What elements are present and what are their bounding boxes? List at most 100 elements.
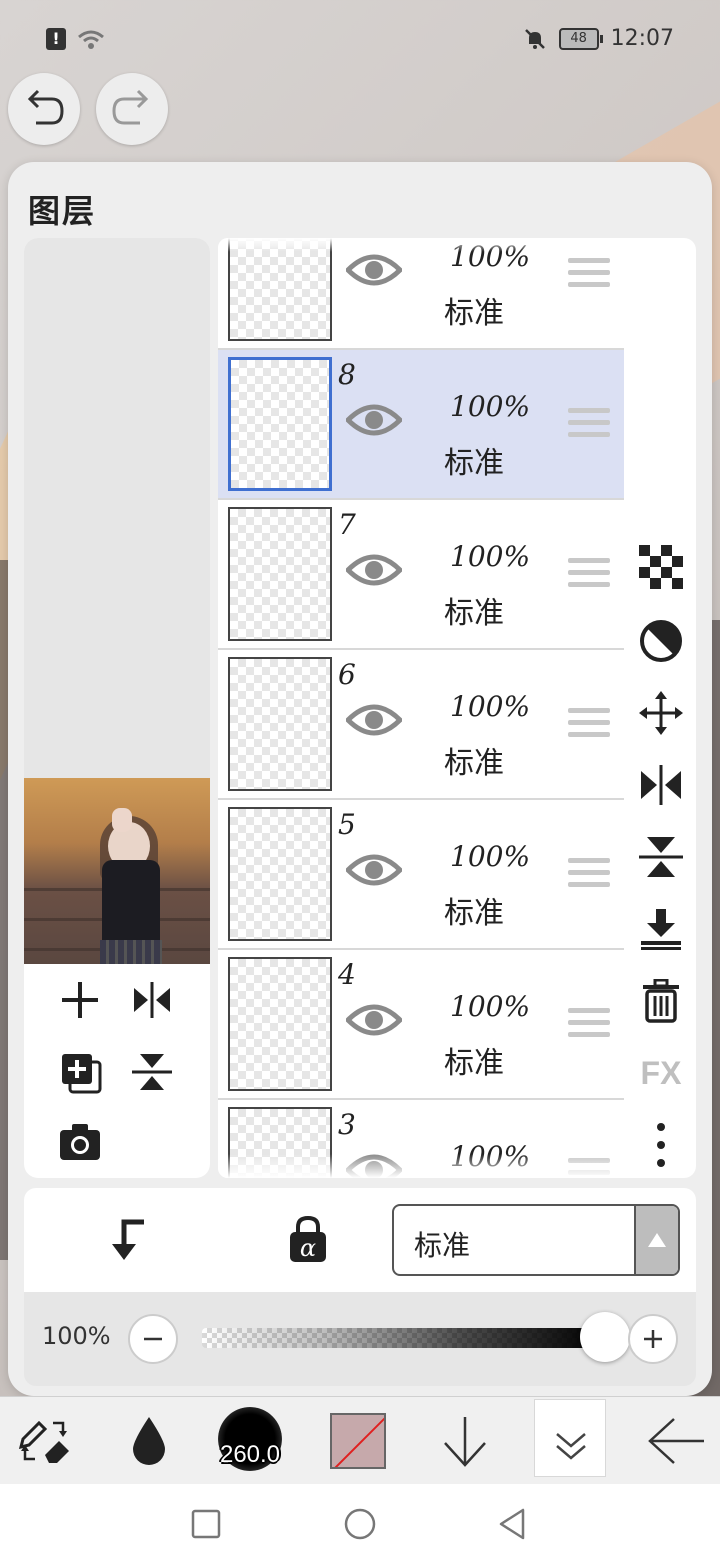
undo-button[interactable] <box>8 73 80 145</box>
layer-thumbnail[interactable] <box>228 957 332 1091</box>
back-button[interactable] <box>640 1397 712 1485</box>
triangle-back-icon <box>499 1508 525 1540</box>
preview-empty-area <box>24 238 210 778</box>
system-nav-bar <box>0 1484 720 1560</box>
flip-horizontal-icon <box>134 982 170 1018</box>
layer-row[interactable]: 4 100% 标准 <box>218 950 624 1100</box>
drag-handle-icon[interactable] <box>568 258 610 288</box>
layer-thumbnail[interactable] <box>228 357 332 491</box>
eye-icon[interactable] <box>346 1000 402 1040</box>
layer-thumbnail[interactable] <box>228 507 332 641</box>
flip-vertical-button[interactable] <box>638 834 684 880</box>
status-left: ! <box>46 28 106 50</box>
layer-down-button[interactable] <box>430 1397 500 1485</box>
layer-number: 5 <box>338 808 356 841</box>
system-back-button[interactable] <box>492 1504 532 1544</box>
figure-hand <box>112 808 132 832</box>
opacity-slider-thumb[interactable] <box>580 1312 630 1362</box>
clipping-icon <box>112 1219 144 1260</box>
layers-panel-button[interactable] <box>534 1399 606 1477</box>
home-button[interactable] <box>340 1504 380 1544</box>
eye-icon[interactable] <box>346 250 402 290</box>
layer-list[interactable]: 9100%标准 8 100% 标准 7 100% 标准 6 100% 标准 5 100% 标准 4 100%… <box>218 238 624 1178</box>
layer-row[interactable]: 9100%标准 <box>218 238 624 350</box>
merge-down-button[interactable] <box>638 906 684 952</box>
layer-number: 4 <box>338 958 356 991</box>
fx-button[interactable]: FX <box>638 1050 684 1096</box>
layer-number: 7 <box>338 508 356 541</box>
drag-handle-icon[interactable] <box>568 1008 610 1038</box>
move-layer-button[interactable] <box>638 690 684 736</box>
layer-row[interactable]: 5 100% 标准 <box>218 800 624 950</box>
flip-layer-horizontal-button[interactable] <box>126 974 178 1026</box>
canvas-preview-image[interactable] <box>24 778 210 964</box>
panel-title: 图层 <box>28 192 97 230</box>
delete-layer-button[interactable] <box>638 978 684 1024</box>
layer-thumbnail[interactable] <box>228 238 332 341</box>
plus-icon <box>644 1330 662 1348</box>
color-slash-icon <box>334 1417 384 1467</box>
drag-handle-icon[interactable] <box>568 858 610 888</box>
layer-blend-mode: 标准 <box>444 446 504 481</box>
swap-tool-button[interactable] <box>10 1397 80 1485</box>
drag-handle-icon[interactable] <box>568 558 610 588</box>
eye-icon[interactable] <box>346 550 402 590</box>
duplicate-layer-button[interactable] <box>54 1046 106 1098</box>
layer-row[interactable]: 8 100% 标准 <box>218 350 624 500</box>
layer-tools-right: FX <box>624 238 696 1178</box>
drag-handle-icon[interactable] <box>568 708 610 738</box>
alpha-lock-icon: α <box>290 1215 326 1262</box>
blend-mode-select[interactable]: 标准 <box>392 1204 680 1276</box>
opacity-increase-button[interactable] <box>628 1314 678 1364</box>
eye-icon[interactable] <box>346 400 402 440</box>
color-swatch[interactable] <box>330 1413 386 1469</box>
merge-down-icon <box>641 909 681 950</box>
layer-blend-mode: 标准 <box>444 1046 504 1081</box>
flip-horizontal-button[interactable] <box>638 762 684 808</box>
flip-layer-vertical-button[interactable] <box>126 1046 178 1098</box>
layer-thumbnail[interactable] <box>228 807 332 941</box>
alpha-lock-button[interactable]: α <box>286 1214 330 1264</box>
ink-tool-button[interactable] <box>114 1397 184 1485</box>
layer-row[interactable]: 7 100% 标准 <box>218 500 624 650</box>
scroll-fade <box>218 1154 624 1178</box>
canvas-preview-pane <box>24 238 210 1178</box>
layer-row[interactable]: 6 100% 标准 <box>218 650 624 800</box>
circle-icon <box>344 1508 376 1540</box>
layer-number: 6 <box>338 658 356 691</box>
drag-handle-icon[interactable] <box>568 408 610 438</box>
opacity-decrease-button[interactable] <box>128 1314 178 1364</box>
layer-tools-left <box>24 964 210 1178</box>
fx-label: FX <box>640 1054 682 1091</box>
camera-icon <box>60 1124 100 1160</box>
layer-thumbnail[interactable] <box>228 657 332 791</box>
transparency-button[interactable] <box>638 544 684 590</box>
eye-icon[interactable] <box>346 850 402 890</box>
import-photo-button[interactable] <box>54 1116 106 1168</box>
redo-button[interactable] <box>96 73 168 145</box>
more-options-button[interactable] <box>638 1122 684 1168</box>
minus-icon <box>144 1337 162 1341</box>
layer-blend-mode: 标准 <box>444 596 504 631</box>
layer-panel: 图层 100% 标准 8 100% 标准 7 100% 标准 6 100% 标准… <box>8 162 712 1396</box>
brush-size-button[interactable]: 260.0 <box>212 1403 288 1479</box>
clipping-button[interactable] <box>104 1216 152 1264</box>
arrow-down-icon <box>444 1417 486 1467</box>
layer-opacity: 100% <box>450 540 531 573</box>
opacity-control: 100% <box>24 1292 696 1386</box>
add-layer-button[interactable] <box>54 974 106 1026</box>
bottom-toolbar: 260.0 <box>0 1396 720 1484</box>
layer-blend-mode: 标准 <box>444 296 504 331</box>
adjust-button[interactable] <box>638 618 684 664</box>
status-right: 48 12:07 <box>523 26 674 51</box>
more-icon <box>657 1123 665 1167</box>
eye-icon[interactable] <box>346 700 402 740</box>
brush-size-value: 260.0 <box>219 1441 281 1468</box>
move-icon <box>639 691 683 735</box>
layer-opacity: 100% <box>450 390 531 423</box>
blend-mode-bar: α 标准 <box>24 1188 696 1292</box>
recent-apps-button[interactable] <box>186 1504 226 1544</box>
flip-vertical-icon <box>639 837 683 877</box>
trash-icon <box>643 979 679 1023</box>
opacity-slider[interactable] <box>202 1328 602 1348</box>
